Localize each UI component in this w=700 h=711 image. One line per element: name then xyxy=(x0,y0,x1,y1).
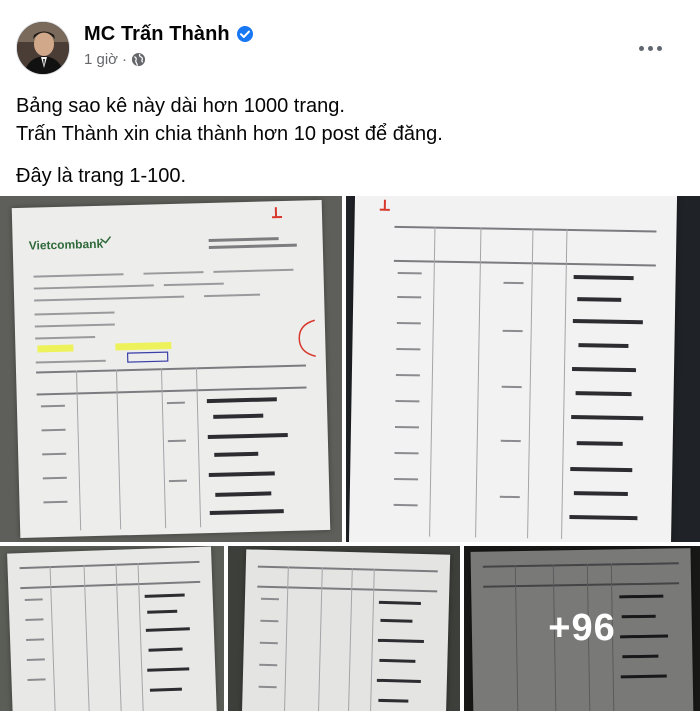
author-name[interactable]: MC Trấn Thành xyxy=(84,23,230,46)
post-meta: 1 giờ · xyxy=(84,51,146,68)
photo-tile[interactable] xyxy=(228,546,460,711)
post-text-line: Đây là trang 1-100. xyxy=(16,165,187,187)
meta-separator: · xyxy=(122,51,128,68)
post-time[interactable]: 1 giờ xyxy=(84,51,118,68)
statement-page xyxy=(7,546,217,711)
statement-page-drawing: Vietcombank xyxy=(29,207,316,531)
statement-page xyxy=(348,196,678,542)
more-dot xyxy=(638,45,644,51)
avatar-portrait-icon xyxy=(17,22,69,74)
statement-page-drawing xyxy=(379,199,657,539)
more-dot xyxy=(647,45,653,51)
more-options-button[interactable] xyxy=(630,34,670,62)
statement-page-drawing xyxy=(19,560,201,711)
more-photos-count: +96 xyxy=(548,607,616,649)
post-text-line: Trấn Thành xin chia thành hơn 10 post để… xyxy=(16,123,443,145)
photo-tile[interactable] xyxy=(346,196,700,542)
photo-tile[interactable] xyxy=(0,546,224,711)
post-header: MC Trấn Thành 1 giờ · xyxy=(0,0,700,80)
photo-tile[interactable]: Vietcombank xyxy=(0,196,342,542)
author-avatar[interactable] xyxy=(16,21,70,75)
statement-page: Vietcombank xyxy=(11,199,331,539)
more-photos-overlay[interactable]: +96 xyxy=(464,546,700,711)
photo-grid: Vietcombank +96 xyxy=(0,196,700,711)
bank-logo: Vietcombank xyxy=(29,237,104,253)
photo-tile-more[interactable]: +96 xyxy=(464,546,700,711)
globe-icon[interactable] xyxy=(131,52,146,67)
verified-badge-icon xyxy=(236,26,253,42)
post-text-line: Bảng sao kê này dài hơn 1000 trang. xyxy=(16,95,345,117)
author-line: MC Trấn Thành xyxy=(84,21,254,47)
post-text: Bảng sao kê này dài hơn 1000 trang. Trấn… xyxy=(16,92,676,190)
statement-page-drawing xyxy=(257,565,438,711)
statement-page xyxy=(241,549,451,711)
facebook-post: MC Trấn Thành 1 giờ · Bảng sao kê này dà… xyxy=(0,0,700,711)
more-dot xyxy=(656,45,662,51)
